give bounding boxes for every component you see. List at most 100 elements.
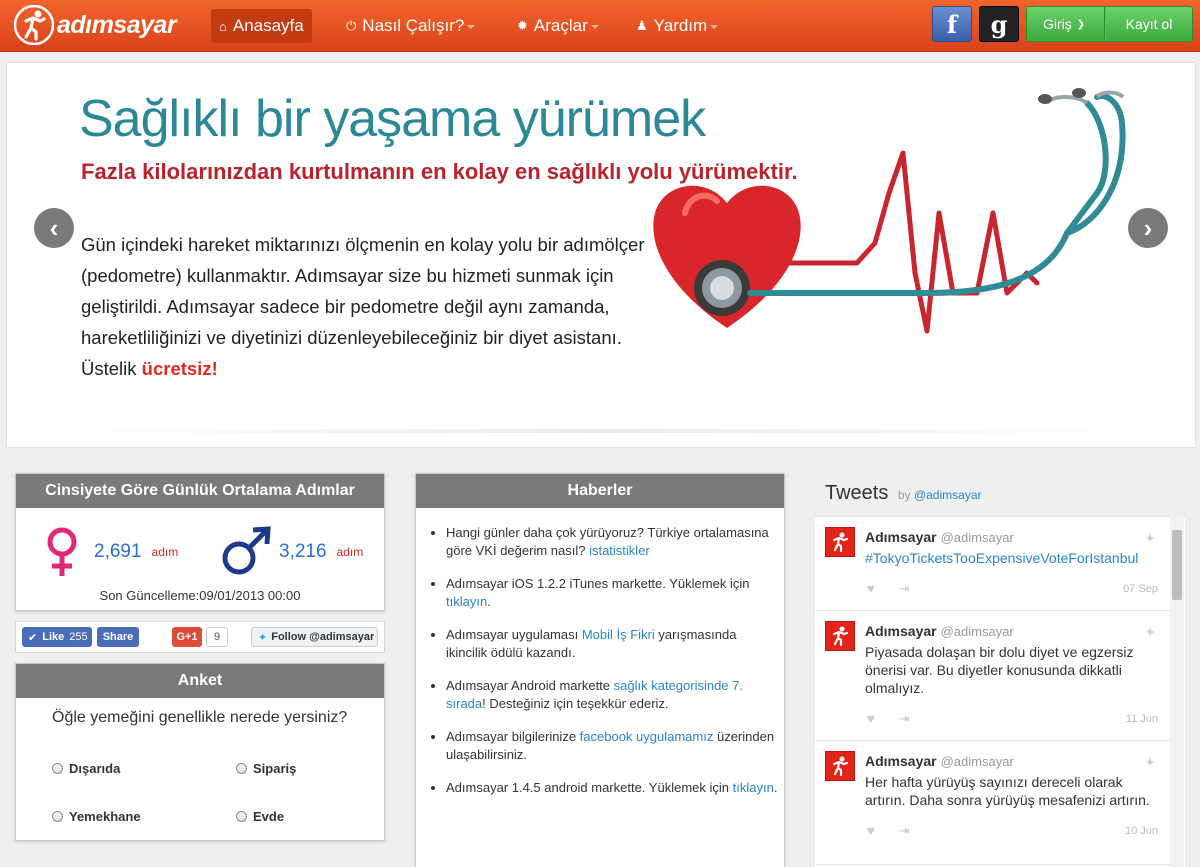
tweets-handle-link[interactable]: @adimsayar [914, 488, 982, 502]
female-steps-unit: adım [151, 545, 179, 559]
heart-icon[interactable]: ♥ [867, 823, 875, 839]
hero-title: Sağlıklı bir yaşama yürümek [79, 90, 706, 148]
tweets-header: Tweets by @adimsayar [825, 482, 982, 505]
nav-how-it-works[interactable]: ⏻ Nasıl Çalışır? [338, 9, 483, 43]
news-title: Haberler [416, 474, 784, 508]
tweet-item: Adımsayar @adimsayar ✦ Her hafta yürüyüş … [815, 741, 1170, 865]
radio-button[interactable] [236, 763, 247, 774]
news-link[interactable]: tıklayın [446, 594, 487, 609]
facebook-icon: f [946, 9, 958, 39]
news-item: Hangi günler daha çok yürüyoruz? Türkiye… [446, 524, 780, 560]
carousel-next-button[interactable]: › [1128, 208, 1168, 248]
facebook-share-button[interactable]: Share [97, 627, 139, 647]
news-item: Adımsayar iOS 1.2.2 iTunes markette. Yük… [446, 575, 780, 611]
chevron-right-icon: › [1143, 212, 1153, 243]
tweet-author[interactable]: Adımsayar @adimsayar [865, 623, 1014, 639]
walker-logo-icon [832, 532, 849, 553]
facebook-like-button[interactable]: ✔ Like 255 [22, 627, 92, 647]
nav-how-label: Nasıl Çalışır? [362, 16, 465, 35]
news-text: Adımsayar uygulaması [446, 627, 582, 642]
radio-button[interactable] [52, 811, 63, 822]
hero-carousel: Sağlıklı bir yaşama yürümek Fazla kilola… [6, 62, 1196, 448]
news-text: Adımsayar bilgilerinize [446, 729, 580, 744]
share-icon[interactable]: ⇥ [899, 823, 910, 839]
news-list: Hangi günler daha çok yürüyoruz? Türkiye… [446, 524, 780, 812]
news-text: . [487, 594, 491, 609]
share-icon[interactable]: ⇥ [899, 711, 910, 727]
like-count: 255 [69, 631, 88, 643]
heart-stethoscope-illustration [653, 88, 1126, 334]
tweet-date[interactable]: 07 Sep [1123, 583, 1158, 595]
poll-option-label: Evde [253, 809, 285, 824]
register-label: Kayıt ol [1125, 16, 1173, 32]
twitter-follow-button[interactable]: ✦ Follow @adimsayar [251, 627, 378, 647]
google-plus-button[interactable]: G+1 [172, 627, 202, 647]
nav-help[interactable]: ♟ Yardım [628, 9, 726, 43]
news-panel: Haberler Hangi günler daha çok yürüyoruz… [415, 473, 785, 867]
nav-tools[interactable]: ✹ Araçlar [509, 9, 607, 43]
like-label: Like [42, 631, 65, 643]
tweets-scrollbar[interactable] [1170, 516, 1184, 867]
social-share-bar: ✔ Like 255 Share G+1 9 ✦ Follow @adimsay… [15, 621, 385, 653]
login-button[interactable]: Giriş ❯ [1026, 6, 1105, 42]
avatar[interactable] [825, 527, 855, 557]
radio-button[interactable] [236, 811, 247, 822]
twitter-bird-icon: ✦ [1144, 624, 1156, 640]
twitter-bird-icon: ✦ [1144, 754, 1156, 770]
news-text: Adımsayar Android markette [446, 678, 614, 693]
gender-stats-panel: Cinsiyete Göre Günlük Ortalama Adımlar 2… [15, 473, 385, 611]
news-link[interactable]: istatistikler [589, 543, 650, 558]
nav-help-label: Yardım [653, 16, 708, 35]
share-icon[interactable]: ⇥ [899, 581, 910, 597]
poll-option-order[interactable]: Sipariş [236, 761, 296, 776]
poll-option-cafeteria[interactable]: Yemekhane [52, 809, 141, 824]
tweet-date[interactable]: 11 Jun [1126, 713, 1158, 725]
tweet-author-name: Adımsayar [865, 753, 937, 769]
poll-option-label: Yemekhane [69, 809, 141, 824]
avatar[interactable] [825, 751, 855, 781]
register-button[interactable]: Kayıt ol [1105, 6, 1193, 42]
user-icon: ♟ [636, 18, 648, 33]
scrollbar-thumb[interactable] [1172, 530, 1182, 600]
female-symbol-icon [47, 527, 77, 576]
news-item: Adımsayar bilgilerinize facebook uygulam… [446, 728, 780, 764]
avatar[interactable] [825, 621, 855, 651]
hero-highlight: ücretsiz! [141, 358, 218, 379]
tweet-author[interactable]: Adımsayar @adimsayar [865, 529, 1014, 545]
stats-title: Cinsiyete Göre Günlük Ortalama Adımlar [16, 474, 384, 508]
tweet-actions: ♥ ⇥ [867, 581, 910, 597]
tweet-text[interactable]: #TokyoTicketsTooExpensiveVoteForIstanbul [865, 549, 1155, 567]
news-text: . [773, 780, 778, 795]
google-login-button[interactable]: g [979, 6, 1019, 42]
poll-option-home[interactable]: Evde [236, 809, 284, 824]
news-item: Adımsayar uygulaması Mobil İş Fikri yarı… [446, 626, 780, 662]
news-link[interactable]: tıklayın [733, 780, 774, 795]
news-item: Adımsayar Android markette sağlık katego… [446, 677, 780, 713]
news-link[interactable]: facebook uygulamamız [580, 729, 714, 744]
brand-logo[interactable]: adımsayar [14, 5, 177, 45]
hero-shadow [67, 429, 1135, 433]
male-steps-value: 3,216 [279, 541, 327, 562]
carousel-prev-button[interactable]: ‹ [34, 208, 74, 248]
facebook-login-button[interactable]: f [932, 6, 972, 42]
tweet-date[interactable]: 10 Jun [1125, 825, 1158, 837]
news-link[interactable]: Mobil İş Fikri [582, 627, 655, 642]
radio-button[interactable] [52, 763, 63, 774]
tweet-author[interactable]: Adımsayar @adimsayar [865, 753, 1014, 769]
tweets-by-label: by [897, 488, 911, 502]
hero-description: Gün içindeki hareket miktarınızı ölçmeni… [81, 229, 671, 384]
heart-icon[interactable]: ♥ [867, 711, 875, 727]
nav-tools-label: Araçlar [533, 16, 588, 35]
tweet-timeline[interactable]: Adımsayar @adimsayar ✦ #TokyoTicketsTooEx… [815, 516, 1185, 867]
tweet-handle: @adimsayar [940, 530, 1014, 545]
gear-icon: ✹ [517, 18, 528, 33]
heart-icon[interactable]: ♥ [867, 581, 875, 597]
power-icon: ⏻ [346, 18, 357, 33]
chevron-left-icon: ‹ [49, 212, 59, 243]
chevron-down-icon: ❯ [1076, 18, 1086, 30]
walker-logo-icon [832, 756, 849, 777]
tweet-text: Piyasada dolaşan bir dolu diyet ve egzer… [865, 644, 1134, 696]
chevron-down-icon [467, 25, 476, 29]
poll-option-outside[interactable]: Dışarıda [52, 761, 120, 776]
nav-home[interactable]: ⌂ Anasayfa [211, 9, 312, 43]
